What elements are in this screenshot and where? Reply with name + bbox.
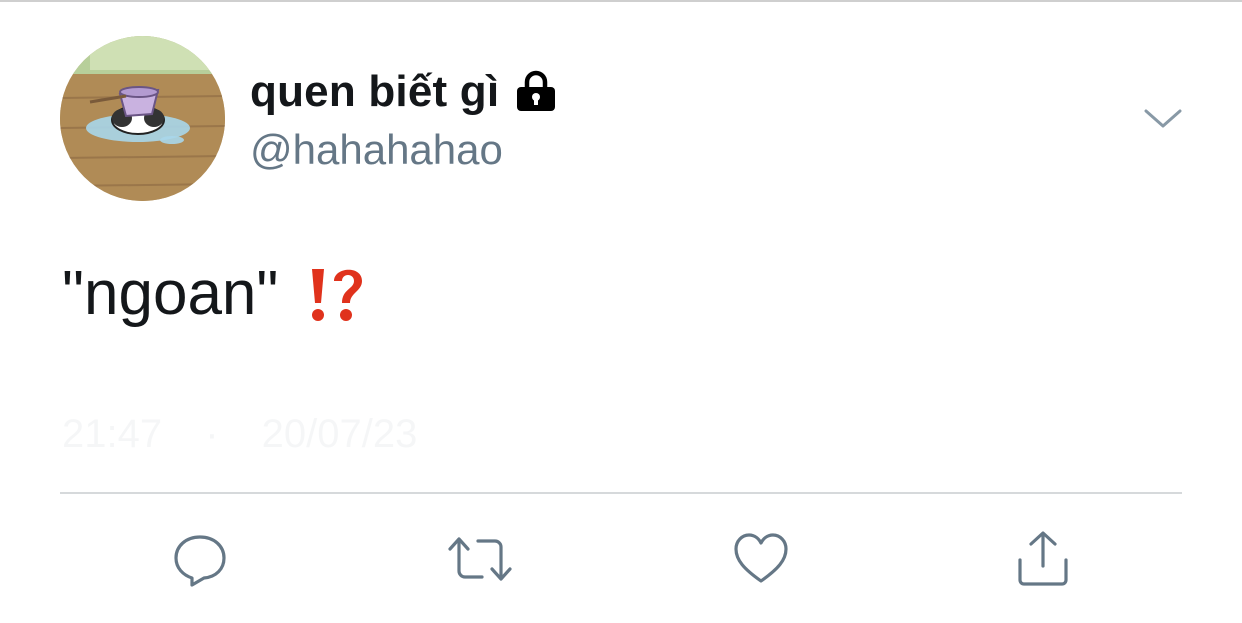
chevron-down-icon[interactable]	[1143, 104, 1183, 132]
retweet-button[interactable]	[448, 527, 512, 591]
lock-icon	[513, 69, 559, 115]
tweet-text-content: "ngoan"	[62, 259, 279, 328]
share-button[interactable]	[1011, 527, 1075, 591]
retweet-icon	[446, 531, 514, 587]
avatar[interactable]	[60, 36, 225, 201]
tweet-text: "ngoan"	[62, 258, 366, 329]
timestamp: 21:47 · 20/07/23	[62, 412, 418, 456]
divider	[60, 492, 1182, 494]
like-button[interactable]	[729, 527, 793, 591]
handle[interactable]: @hahahahao	[250, 126, 503, 174]
reply-icon	[172, 531, 228, 587]
display-name[interactable]: quen biết gì	[250, 67, 499, 117]
reply-button[interactable]	[168, 527, 232, 591]
display-name-row[interactable]: quen biết gì	[250, 64, 559, 120]
share-icon	[1014, 530, 1072, 588]
interrobang-emoji-icon	[304, 263, 366, 325]
top-border	[0, 0, 1242, 2]
heart-icon	[732, 531, 790, 587]
